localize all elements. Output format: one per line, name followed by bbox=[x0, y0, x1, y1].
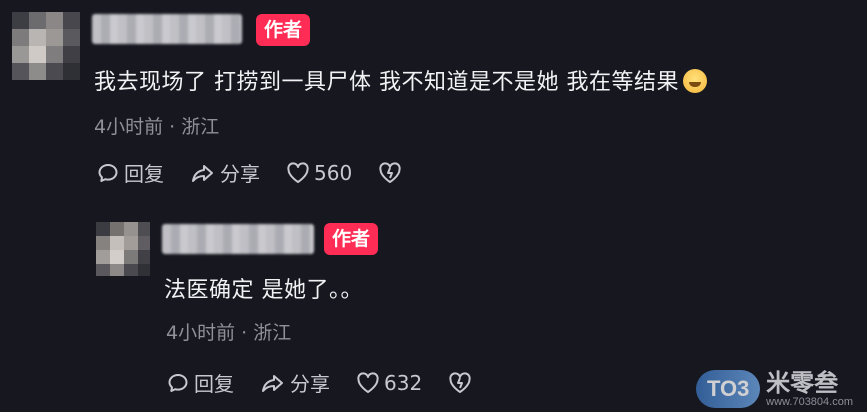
author-badge: 作者 bbox=[256, 14, 311, 46]
watermark-name: 米零叁 bbox=[766, 369, 839, 397]
reply-label: 回复 bbox=[124, 162, 164, 186]
author-badge: 作者 bbox=[324, 223, 379, 255]
site-watermark: TO3 米零叁 www.703804.com bbox=[696, 370, 853, 408]
share-label: 分享 bbox=[220, 162, 260, 186]
username-blurred[interactable] bbox=[92, 14, 242, 44]
comment-time: 4小时前 bbox=[94, 116, 164, 138]
reply-button[interactable]: 回复 bbox=[96, 158, 164, 187]
comment-location: 浙江 bbox=[181, 116, 220, 138]
comment-actions: 回复 分享 560 bbox=[96, 158, 432, 187]
reply-button[interactable]: 回复 bbox=[166, 368, 234, 397]
dislike-button[interactable] bbox=[378, 161, 406, 184]
like-button[interactable]: 632 bbox=[356, 371, 422, 395]
meta-separator: · bbox=[169, 116, 176, 138]
blurred-avatar-icon bbox=[12, 12, 80, 80]
blurred-avatar-icon bbox=[96, 222, 150, 276]
watermark-url: www.703804.com bbox=[766, 396, 853, 408]
share-arrow-icon bbox=[262, 374, 283, 392]
share-button[interactable]: 分享 bbox=[260, 368, 330, 397]
like-count: 560 bbox=[314, 160, 353, 185]
anxious-face-emoji-icon bbox=[682, 69, 707, 93]
comment-location: 浙江 bbox=[253, 322, 292, 344]
share-label: 分享 bbox=[290, 372, 330, 396]
broken-heart-icon bbox=[449, 371, 471, 393]
like-button[interactable]: 560 bbox=[286, 161, 352, 185]
comment-meta: 4小时前 · 浙江 bbox=[166, 318, 291, 345]
username-blurred[interactable] bbox=[162, 224, 314, 254]
share-button[interactable]: 分享 bbox=[190, 158, 260, 187]
dislike-button[interactable] bbox=[448, 371, 476, 394]
reply-bubble-icon bbox=[168, 373, 188, 392]
comment-text: 法医确定 是她了。。 bbox=[164, 278, 363, 303]
reply-label: 回复 bbox=[194, 372, 234, 396]
comment-meta: 4小时前 · 浙江 bbox=[94, 112, 219, 139]
avatar[interactable] bbox=[96, 222, 150, 276]
share-arrow-icon bbox=[192, 164, 213, 182]
heart-icon bbox=[357, 371, 379, 393]
comment-time: 4小时前 bbox=[166, 322, 236, 344]
comment-actions: 回复 分享 632 bbox=[166, 368, 502, 397]
comment-text: 我去现场了 打捞到一具尸体 我不知道是不是她 我在等结果 bbox=[94, 64, 707, 96]
watermark-logo: TO3 bbox=[696, 370, 761, 408]
broken-heart-icon bbox=[379, 161, 401, 183]
avatar[interactable] bbox=[12, 12, 80, 80]
reply-bubble-icon bbox=[98, 163, 118, 182]
watermark-text: 米零叁 www.703804.com bbox=[766, 370, 853, 408]
comment-item: 作者 我去现场了 打捞到一具尸体 我不知道是不是她 我在等结果 4小时前 · 浙… bbox=[0, 0, 867, 200]
comment-text-content: 我去现场了 打捞到一具尸体 我不知道是不是她 我在等结果 bbox=[94, 70, 679, 95]
like-count: 632 bbox=[384, 370, 423, 395]
heart-icon bbox=[287, 161, 309, 183]
meta-separator: · bbox=[241, 322, 248, 344]
